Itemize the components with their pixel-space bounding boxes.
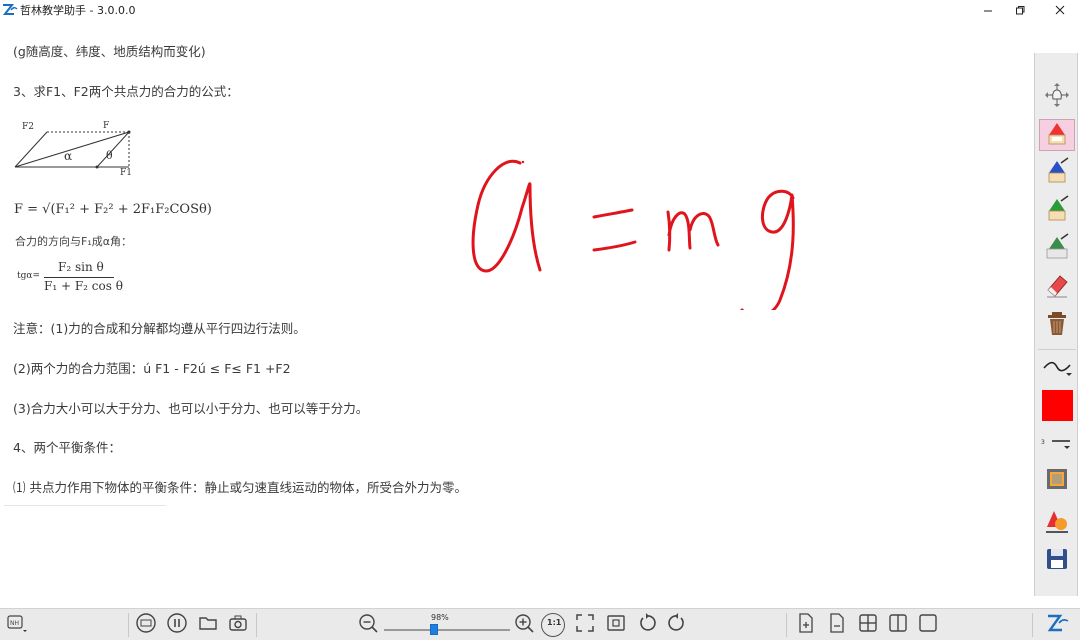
label-f1: F1 (120, 168, 132, 178)
single-view-icon (917, 612, 939, 638)
doc-line-note-3: (3)合力大小可以大于分力、也可以小于分力、也可以等于分力。 (13, 401, 369, 416)
zoom-slider-track[interactable] (384, 629, 510, 631)
bottom-divider (786, 613, 787, 637)
pen-red-icon (1043, 119, 1071, 151)
fit-width-icon (605, 612, 627, 638)
pen-green-icon (1043, 195, 1071, 227)
save-button[interactable] (1039, 545, 1075, 577)
pause-button[interactable] (165, 613, 189, 637)
zhelin-logo-icon (1046, 612, 1070, 638)
pen-red-button[interactable] (1039, 119, 1075, 151)
label-f: F (103, 121, 110, 131)
label-theta: θ (106, 149, 113, 162)
restore-button[interactable] (1002, 0, 1038, 19)
doc-line-balance: ⑴ 共点力作用下物体的平衡条件：静止或匀速直线运动的物体，所受合外力为零。 (13, 480, 467, 495)
layer-color-icon (1043, 465, 1071, 497)
zoom-in-button[interactable] (512, 613, 536, 637)
close-button[interactable] (1042, 0, 1078, 19)
tan-denominator: F₁ + F₂ cos θ (44, 279, 123, 293)
app-brand-button[interactable] (1046, 613, 1070, 637)
bottom-divider (1032, 613, 1033, 637)
clear-all-button[interactable] (1039, 309, 1075, 341)
shapes-icon (1043, 507, 1071, 539)
bottom-divider (256, 613, 257, 637)
menu-button[interactable]: NH (4, 613, 28, 637)
add-page-icon (795, 612, 817, 638)
toolbar-divider (1038, 349, 1076, 350)
open-folder-button[interactable] (196, 613, 220, 637)
pen-blue-icon (1043, 157, 1071, 189)
grid-layout-button[interactable] (856, 613, 880, 637)
stroke-width-icon (1042, 433, 1072, 457)
resultant-force-formula: F = √(F₁² + F₂² + 2F₁F₂COSθ) (14, 202, 212, 217)
grid-4-icon (857, 612, 879, 638)
menu-dropdown-icon: NH (4, 611, 28, 639)
drawing-toolbar: 3 (1034, 53, 1078, 596)
line-style-dropdown[interactable] (1039, 353, 1075, 385)
label-f2: F2 (22, 122, 34, 132)
zoom-out-button[interactable] (356, 613, 380, 637)
doc-line-heading-3: 3、求F1、F2两个共点力的合力的公式： (13, 84, 239, 99)
tan-numerator: F₂ sin θ (58, 260, 104, 274)
direction-note: 合力的方向与F₁成α角： (15, 235, 132, 248)
fullscreen-text-button[interactable] (134, 613, 158, 637)
actual-size-label: 1:1 (547, 618, 562, 627)
fit-width-button[interactable] (604, 613, 628, 637)
split-2-icon (887, 612, 909, 638)
page-icon (826, 612, 848, 638)
doc-line-gravity-note: (g随高度、纬度、地质结构而变化) (13, 44, 206, 59)
trash-icon (1043, 309, 1071, 341)
eraser-icon (1043, 271, 1071, 303)
doc-line-note-1: 注意：(1)力的合成和分解都均遵从平行四边行法则。 (13, 321, 306, 336)
tan-prefix: tgα= (17, 271, 40, 281)
screenshot-button[interactable] (226, 613, 250, 637)
pan-tool-button[interactable] (1039, 81, 1075, 113)
zoom-in-icon (513, 612, 535, 638)
fraction-bar (44, 277, 114, 278)
rotate-right-button[interactable] (665, 613, 689, 637)
add-page-button[interactable] (794, 613, 818, 637)
split-layout-button[interactable] (886, 613, 910, 637)
fit-screen-icon (574, 612, 596, 638)
single-layout-button[interactable] (916, 613, 940, 637)
pause-icon (166, 612, 188, 638)
eraser-button[interactable] (1039, 271, 1075, 303)
rotate-right-icon (666, 612, 688, 638)
document-canvas[interactable]: (g随高度、纬度、地质结构而变化) 3、求F1、F2两个共点力的合力的公式： F… (0, 20, 1032, 606)
stroke-size-dropdown[interactable] (1039, 429, 1075, 461)
rotate-left-button[interactable] (635, 613, 659, 637)
zoom-percent: 98% (431, 613, 449, 622)
fit-screen-button[interactable] (573, 613, 597, 637)
current-color-swatch[interactable] (1042, 390, 1073, 421)
zoom-slider-thumb[interactable] (430, 624, 439, 635)
wave-line-icon (1042, 357, 1072, 381)
background-button[interactable] (1039, 465, 1075, 497)
zoom-out-icon (357, 612, 379, 638)
remove-page-button[interactable] (825, 613, 849, 637)
pen-blue-button[interactable] (1039, 157, 1075, 189)
window-title: 哲林教学助手 - 3.0.0.0 (20, 4, 136, 17)
camera-icon (227, 612, 249, 638)
folder-icon (197, 612, 219, 638)
page-divider (4, 505, 166, 506)
bottom-divider (128, 613, 129, 637)
doc-line-heading-4: 4、两个平衡条件： (13, 440, 121, 455)
highlighter-icon (1043, 233, 1071, 265)
zhelin-logo-icon (2, 2, 18, 17)
pen-green-button[interactable] (1039, 195, 1075, 227)
save-icon (1043, 545, 1071, 577)
shapes-button[interactable] (1039, 507, 1075, 539)
view-mode-icon (135, 612, 157, 638)
rotate-left-icon (636, 612, 658, 638)
force-parallelogram-figure: F2 F α θ F1 (12, 120, 137, 180)
hand-move-icon (1043, 81, 1071, 113)
handwritten-ink-annotation[interactable] (460, 150, 820, 322)
bottom-toolbar: NH 98% 1:1 (0, 608, 1080, 640)
minimize-button[interactable] (970, 0, 1006, 19)
doc-line-note-2: (2)两个力的合力范围：ú F1 - F2ú ≤ F≤ F1 +F2 (13, 361, 291, 376)
title-bar: 哲林教学助手 - 3.0.0.0 (0, 0, 1080, 19)
highlighter-button[interactable] (1039, 233, 1075, 265)
label-alpha: α (64, 149, 73, 163)
svg-text:NH: NH (10, 620, 19, 627)
